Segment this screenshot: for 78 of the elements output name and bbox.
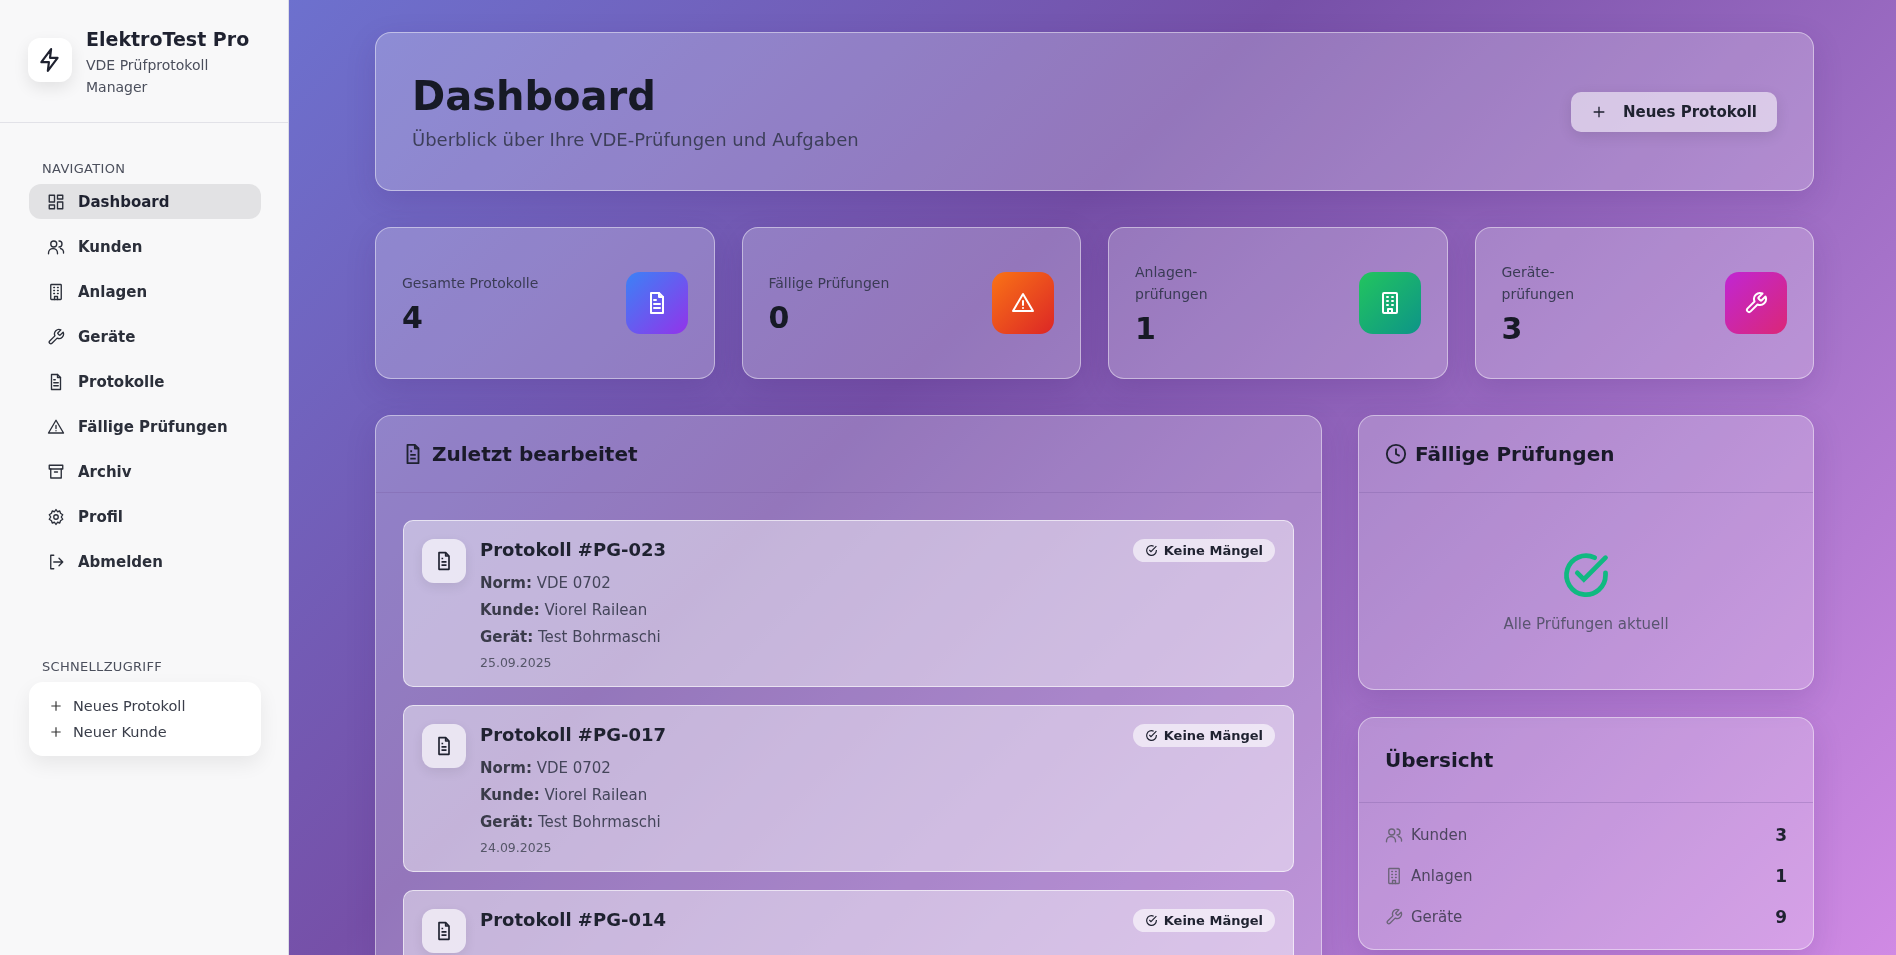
gear-icon [47, 507, 65, 526]
protocol-title: Protokoll #PG-014 [480, 909, 667, 930]
app-title: ElektroTest Pro [86, 28, 251, 50]
nav-item[interactable]: Protokolle [29, 364, 261, 399]
users-icon [47, 237, 65, 256]
new-protocol-button[interactable]: Neues Protokoll [1570, 91, 1777, 132]
overview-label: Kunden [1411, 826, 1469, 844]
page-subtitle: Überblick über Ihre VDE-Prüfungen und Aufgaben [412, 129, 859, 150]
nav-item[interactable]: Fällige Prüfungen [29, 409, 261, 444]
section-label: SCHNELLZUGRIFF [41, 658, 164, 676]
overview-count: 3 [1775, 825, 1787, 845]
grid-icon [47, 192, 65, 211]
protocol-detail: Gerät: Test Bohrmaschi [480, 812, 662, 833]
building-icon [1385, 867, 1403, 885]
stat-value: 1 [1135, 310, 1157, 346]
building-icon [1358, 272, 1421, 334]
lightning-icon [28, 38, 72, 82]
overview-count: 9 [1775, 907, 1787, 927]
document-icon [422, 539, 466, 583]
overview-count: 1 [1775, 866, 1787, 886]
stat-label: Anlagen- prüfungen [1135, 262, 1208, 304]
nav-item[interactable]: Archiv [29, 454, 261, 489]
stat-value: 3 [1501, 310, 1524, 346]
logout-icon [47, 552, 65, 571]
stat-value: 4 [402, 299, 424, 335]
check-circle-icon [1144, 544, 1158, 557]
plus-icon [49, 725, 63, 739]
nav-item[interactable]: Profil [29, 499, 261, 534]
warning-icon [992, 272, 1054, 334]
nav-item[interactable]: Anlagen [29, 274, 261, 309]
empty-state-text: Alle Prüfungen aktuell [1503, 615, 1669, 633]
protocol-title: Protokoll #PG-023 [480, 539, 667, 560]
stat-label: Fällige Prüfungen [768, 273, 890, 293]
users-icon [1385, 826, 1403, 844]
quick-link[interactable]: Neuer Kunde [49, 724, 241, 740]
clock-icon [1385, 443, 1407, 465]
warning-icon [47, 417, 65, 436]
protocol-card[interactable]: Protokoll #PG-014 Keine Mängel [403, 890, 1294, 955]
quick-link[interactable]: Neues Protokoll [49, 698, 241, 714]
protocol-card[interactable]: Protokoll #PG-017 Norm: VDE 0702 Kunde: Viorel Railean Gerät: Test Bohrmaschi 24.09.2025 Keine Mängel [403, 705, 1294, 872]
protocol-detail: Kunde: Viorel Railean [480, 600, 649, 621]
stat-label: Gesamte Protokolle [402, 273, 539, 293]
section-label: NAVIGATION [41, 160, 127, 178]
protocol-title: Protokoll #PG-017 [480, 724, 667, 745]
protocol-date: 24.09.2025 [480, 840, 553, 855]
stat-label: Geräte- prüfungen [1501, 262, 1575, 304]
nav-item[interactable]: Kunden [29, 229, 261, 264]
stat-value: 0 [768, 299, 791, 335]
document-icon [625, 272, 688, 334]
panel-title: Übersicht [1385, 748, 1494, 772]
nav-item[interactable]: Geräte [29, 319, 261, 354]
protocol-detail: Kunde: Viorel Railean [480, 785, 649, 806]
overview-label: Geräte [1411, 908, 1464, 926]
wrench-icon [47, 327, 65, 346]
overview-label: Anlagen [1411, 867, 1474, 885]
check-circle-icon [1144, 729, 1158, 742]
status-badge: Keine Mängel [1132, 539, 1275, 562]
building-icon [47, 282, 65, 301]
panel-title: Fällige Prüfungen [1415, 442, 1615, 466]
nav-item[interactable]: Dashboard [29, 184, 261, 219]
status-badge: Keine Mängel [1132, 724, 1275, 747]
plus-icon [49, 699, 63, 713]
wrench-icon [1385, 908, 1403, 926]
page-title: Dashboard [412, 73, 657, 119]
protocol-card[interactable]: Protokoll #PG-023 Norm: VDE 0702 Kunde: Viorel Railean Gerät: Test Bohrmaschi 25.09.2025 Keine Mängel [403, 520, 1294, 687]
protocol-date: 25.09.2025 [480, 655, 553, 670]
protocol-detail: Norm: VDE 0702 [480, 758, 612, 779]
protocol-detail: Norm: VDE 0702 [480, 573, 612, 594]
protocol-detail: Gerät: Test Bohrmaschi [480, 627, 662, 648]
document-icon [422, 909, 466, 953]
check-circle-icon [1144, 914, 1158, 927]
panel-title: Zuletzt bearbeitet [432, 442, 638, 466]
status-badge: Keine Mängel [1132, 909, 1275, 932]
wrench-icon [1725, 272, 1787, 334]
archive-icon [47, 462, 65, 481]
nav-item[interactable]: Abmelden [29, 544, 261, 579]
document-icon [422, 724, 466, 768]
app-subtitle: VDE Prüfprotokoll Manager [86, 56, 210, 97]
